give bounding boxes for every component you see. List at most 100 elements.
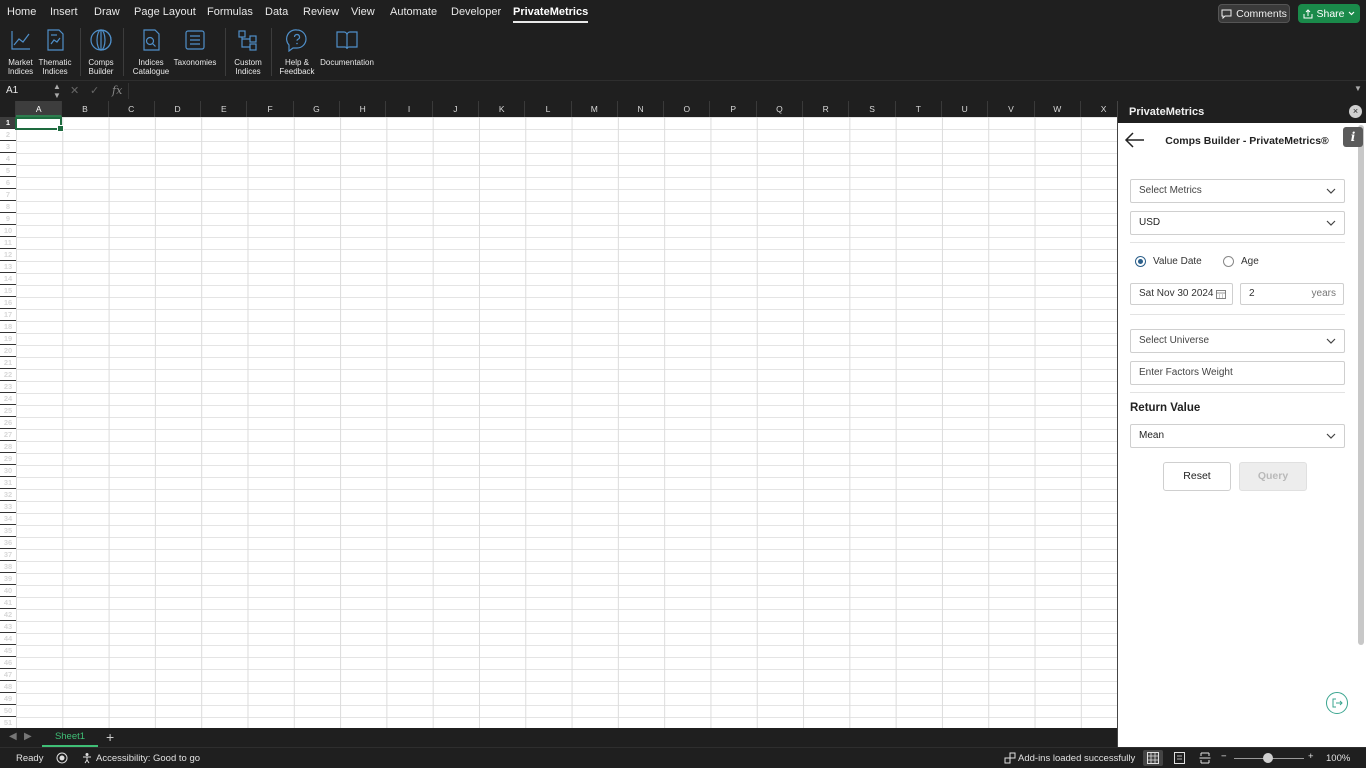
row-header-30[interactable]: 30 xyxy=(0,465,16,477)
thematic-indices-button[interactable]: Thematic Indices xyxy=(37,28,73,76)
cancel-icon[interactable]: ✕ xyxy=(70,84,79,97)
sheet-tab[interactable]: Sheet1 xyxy=(42,728,98,747)
row-header-24[interactable]: 24 xyxy=(0,393,16,405)
row-header-34[interactable]: 34 xyxy=(0,513,16,525)
return-value-dropdown[interactable]: Mean xyxy=(1130,424,1345,448)
row-header-23[interactable]: 23 xyxy=(0,381,16,393)
column-header-e[interactable]: E xyxy=(201,101,248,117)
custom-indices-button[interactable]: Custom Indices xyxy=(232,28,264,76)
radio-dot[interactable] xyxy=(1135,256,1146,267)
column-header-q[interactable]: Q xyxy=(757,101,804,117)
add-sheet-button[interactable]: + xyxy=(106,729,114,745)
row-header-12[interactable]: 12 xyxy=(0,249,16,261)
row-header-43[interactable]: 43 xyxy=(0,621,16,633)
select-all-corner[interactable] xyxy=(0,101,16,117)
row-header-13[interactable]: 13 xyxy=(0,261,16,273)
zoom-slider-handle[interactable] xyxy=(1263,753,1273,763)
comments-button[interactable]: Comments xyxy=(1218,4,1290,23)
age-input[interactable]: 2 years xyxy=(1240,283,1344,305)
tab-page-layout[interactable]: Page Layout xyxy=(134,6,196,18)
calendar-icon[interactable] xyxy=(1216,289,1226,299)
column-header-k[interactable]: K xyxy=(479,101,526,117)
currency-dropdown[interactable]: USD xyxy=(1130,211,1345,235)
row-header-48[interactable]: 48 xyxy=(0,681,16,693)
zoom-level[interactable]: 100% xyxy=(1326,753,1350,764)
row-header-25[interactable]: 25 xyxy=(0,405,16,417)
row-header-22[interactable]: 22 xyxy=(0,369,16,381)
formula-input[interactable] xyxy=(128,83,1350,99)
row-header-11[interactable]: 11 xyxy=(0,237,16,249)
row-header-21[interactable]: 21 xyxy=(0,357,16,369)
close-icon[interactable]: × xyxy=(1349,105,1362,118)
row-header-1[interactable]: 1 xyxy=(0,117,16,129)
select-metrics-dropdown[interactable]: Select Metrics xyxy=(1130,179,1345,203)
column-header-l[interactable]: L xyxy=(525,101,572,117)
row-header-26[interactable]: 26 xyxy=(0,417,16,429)
column-header-p[interactable]: P xyxy=(711,101,757,117)
column-header-i[interactable]: I xyxy=(386,101,433,117)
zoom-out-button[interactable]: − xyxy=(1221,751,1227,762)
row-header-27[interactable]: 27 xyxy=(0,429,16,441)
column-header-c[interactable]: C xyxy=(109,101,155,117)
query-button[interactable]: Query xyxy=(1239,462,1307,491)
row-header-9[interactable]: 9 xyxy=(0,213,16,225)
tab-home[interactable]: Home xyxy=(7,6,36,18)
chevron-down-icon[interactable]: ▼ xyxy=(1354,84,1362,93)
row-header-2[interactable]: 2 xyxy=(0,129,16,141)
row-header-16[interactable]: 16 xyxy=(0,297,16,309)
row-header-6[interactable]: 6 xyxy=(0,177,16,189)
row-header-45[interactable]: 45 xyxy=(0,645,16,657)
cell-area[interactable] xyxy=(16,117,1117,728)
row-header-44[interactable]: 44 xyxy=(0,633,16,645)
share-button[interactable]: Share xyxy=(1298,4,1360,23)
zoom-in-button[interactable]: + xyxy=(1308,751,1314,762)
row-header-39[interactable]: 39 xyxy=(0,573,16,585)
row-header-32[interactable]: 32 xyxy=(0,489,16,501)
active-cell[interactable] xyxy=(15,117,64,132)
page-layout-view-icon[interactable] xyxy=(1174,752,1185,767)
accessibility-status[interactable]: Accessibility: Good to go xyxy=(96,753,200,764)
back-arrow-icon[interactable] xyxy=(1124,129,1146,151)
row-header-46[interactable]: 46 xyxy=(0,657,16,669)
market-indices-button[interactable]: Market Indices xyxy=(6,28,35,76)
row-header-15[interactable]: 15 xyxy=(0,285,16,297)
next-sheet-icon[interactable]: ▶ xyxy=(24,731,32,742)
name-box-stepper-icon[interactable]: ▲ ▼ xyxy=(53,82,61,100)
row-header-8[interactable]: 8 xyxy=(0,201,16,213)
taxonomies-button[interactable]: Taxonomies xyxy=(173,28,217,67)
macro-record-icon[interactable] xyxy=(56,752,68,767)
row-header-50[interactable]: 50 xyxy=(0,705,16,717)
factors-weight-input[interactable]: Enter Factors Weight xyxy=(1130,361,1345,385)
column-header-n[interactable]: N xyxy=(618,101,665,117)
column-header-t[interactable]: T xyxy=(896,101,942,117)
comps-builder-button[interactable]: Comps Builder xyxy=(86,28,116,76)
sign-out-button[interactable] xyxy=(1326,692,1348,714)
tab-data[interactable]: Data xyxy=(265,6,288,18)
row-header-42[interactable]: 42 xyxy=(0,609,16,621)
row-header-38[interactable]: 38 xyxy=(0,561,16,573)
radio-age[interactable]: Age xyxy=(1223,256,1259,267)
help-feedback-button[interactable]: Help & Feedback xyxy=(278,28,316,76)
column-header-w[interactable]: W xyxy=(1035,101,1081,117)
row-header-40[interactable]: 40 xyxy=(0,585,16,597)
row-header-51[interactable]: 51 xyxy=(0,717,16,728)
column-header-s[interactable]: S xyxy=(849,101,896,117)
column-header-a[interactable]: A xyxy=(16,101,63,117)
function-icon[interactable]: fx xyxy=(112,84,122,97)
tab-formulas[interactable]: Formulas xyxy=(207,6,253,18)
column-header-h[interactable]: H xyxy=(340,101,387,117)
column-header-d[interactable]: D xyxy=(155,101,202,117)
pane-scrollbar[interactable] xyxy=(1358,125,1364,645)
column-header-j[interactable]: J xyxy=(433,101,479,117)
column-header-o[interactable]: O xyxy=(664,101,711,117)
prev-sheet-icon[interactable]: ◀ xyxy=(9,731,17,742)
row-header-35[interactable]: 35 xyxy=(0,525,16,537)
row-header-3[interactable]: 3 xyxy=(0,141,16,153)
row-header-33[interactable]: 33 xyxy=(0,501,16,513)
column-header-r[interactable]: R xyxy=(803,101,850,117)
tab-insert[interactable]: Insert xyxy=(50,6,78,18)
spreadsheet-grid[interactable]: ABCDEFGHIJKLMNOPQRSTUVWX 1 2 3 4 5 6 7 8 9 10 11 12… xyxy=(0,101,1117,728)
documentation-button[interactable]: Documentation xyxy=(318,28,376,67)
row-header-10[interactable]: 10 xyxy=(0,225,16,237)
row-header-4[interactable]: 4 xyxy=(0,153,16,165)
